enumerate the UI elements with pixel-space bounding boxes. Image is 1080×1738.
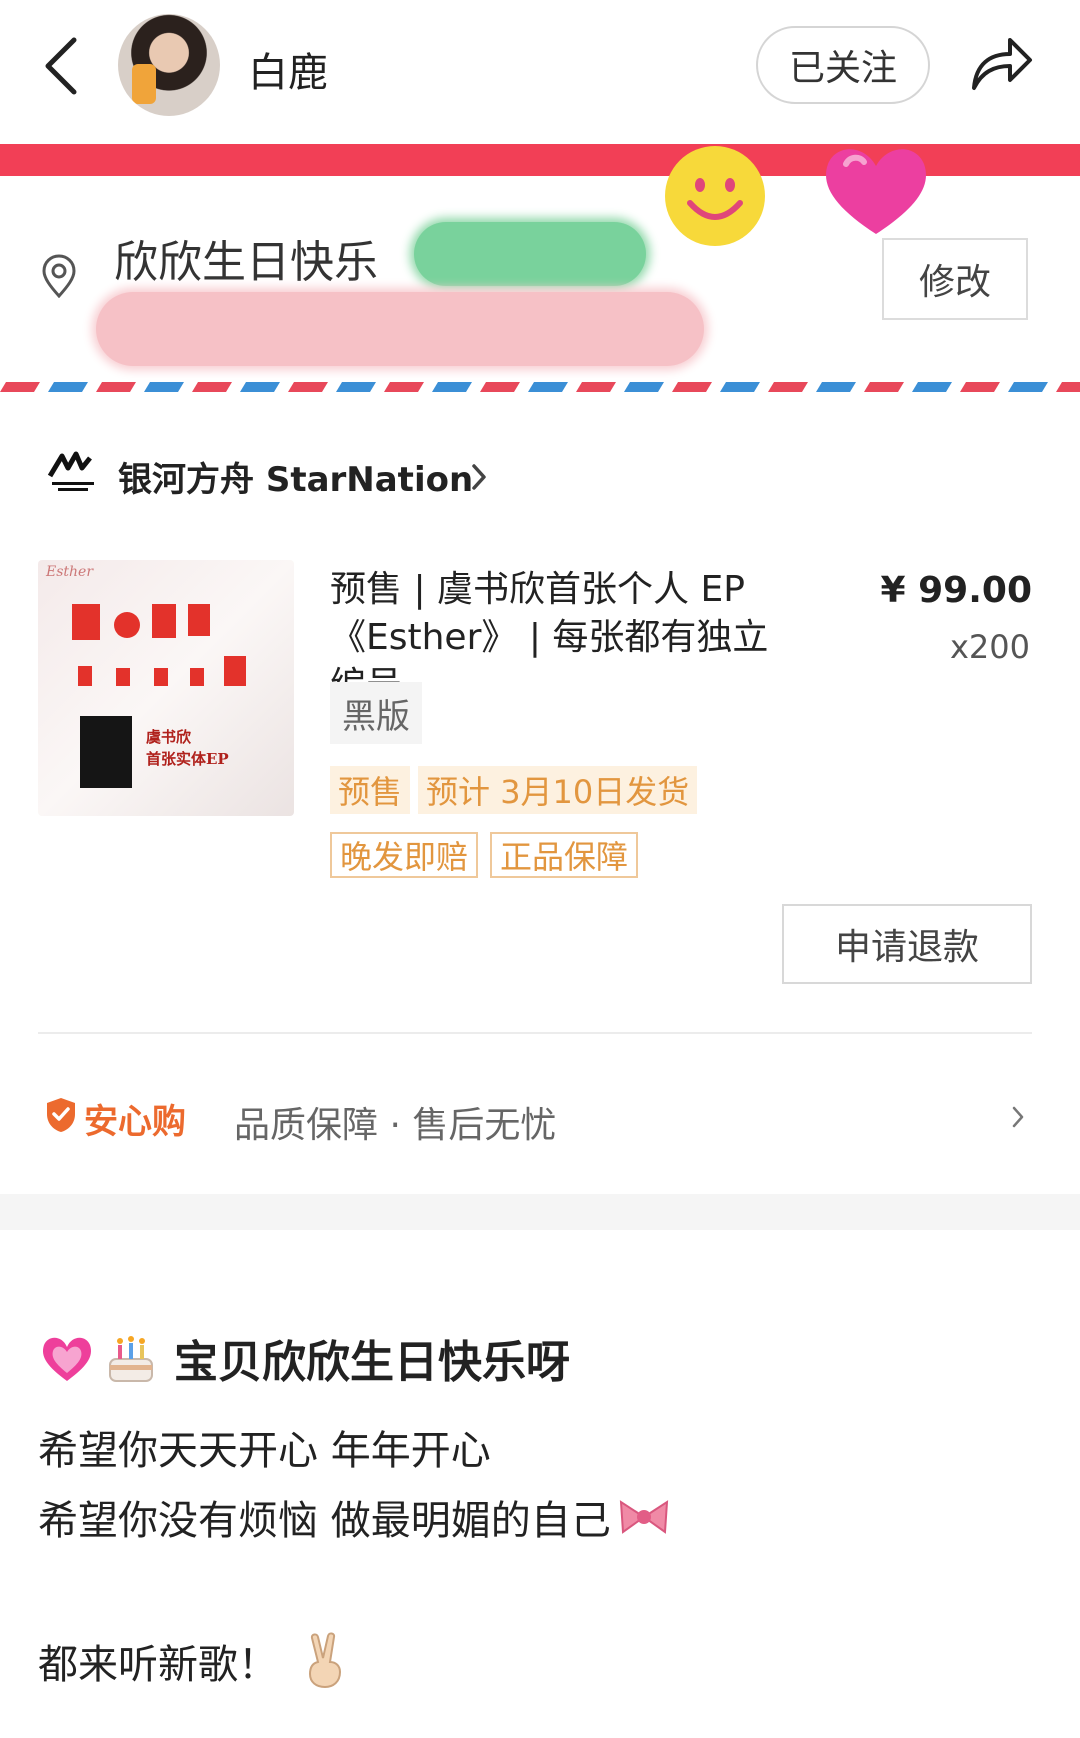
follow-button[interactable]: 已关注 (756, 26, 930, 104)
assurance-description: 品质保障 · 售后无忧 (234, 1105, 557, 1146)
note-line-text: 希望你没有烦恼 做最明媚的自己 (38, 1498, 611, 1544)
product-image[interactable]: Esther 虞书欣 首张实体EP (38, 560, 294, 816)
service-tags: 晚发即赔 正品保障 (330, 832, 639, 880)
product-quantity: x200 (949, 628, 1030, 666)
edit-address-button[interactable]: 修改 (882, 238, 1028, 320)
avatar[interactable] (118, 14, 220, 116)
divider (38, 1032, 1032, 1034)
recipient-name: 欣欣生日快乐 (114, 237, 378, 288)
airmail-border (0, 382, 1080, 392)
top-bar: 白鹿 已关注 (0, 0, 1080, 140)
heart-emoji-icon (42, 1337, 92, 1381)
cake-emoji-icon (109, 1336, 153, 1382)
redacted-phone-scribble (414, 222, 646, 286)
location-pin-icon (42, 254, 76, 298)
genuine-guarantee-tag: 正品保障 (490, 832, 639, 878)
note-line: 希望你天天开心 年年开心 (38, 1428, 491, 1474)
address-section[interactable]: 欣欣生日快乐 修改 (0, 176, 1080, 376)
presale-tag: 预售 (330, 766, 411, 814)
shop-logo-icon (47, 451, 94, 491)
victory-hand-emoji-icon (308, 1632, 342, 1689)
ship-date-tag: 预计 3月10日发货 (418, 766, 698, 814)
user-name[interactable]: 白鹿 (248, 40, 328, 98)
shop-row[interactable]: 银河方舟 StarNation (0, 430, 1080, 520)
note-line-text: 都来听新歌！ (38, 1642, 278, 1688)
cover-text: 虞书欣 首张实体EP (146, 728, 229, 768)
album-box (80, 716, 132, 788)
product-price: ¥ 99.00 (880, 570, 1032, 611)
shipping-tags: 预售 预计 3月10日发货 (330, 766, 698, 818)
note-line: 都来听新歌！ (38, 1632, 360, 1690)
note-title-row: 宝贝欣欣生日快乐呀 (38, 1326, 570, 1390)
refund-button[interactable]: 申请退款 (782, 904, 1032, 984)
product-variant: 黑版 (330, 682, 422, 744)
chevron-right-icon[interactable] (468, 462, 490, 492)
redacted-address-scribble (96, 292, 704, 366)
share-icon[interactable] (966, 28, 1036, 98)
cover-signature: Esther (46, 564, 94, 580)
section-gap (0, 1194, 1080, 1230)
bow-emoji-icon (619, 1500, 668, 1534)
note-line: 希望你没有烦恼 做最明媚的自己 (38, 1488, 679, 1546)
shop-name[interactable]: 银河方舟 StarNation (118, 452, 473, 501)
assurance-brand: 安心购 (84, 1102, 186, 1142)
assurance-row[interactable]: 安心购 品质保障 · 售后无忧 (0, 1078, 1080, 1154)
chevron-right-icon[interactable] (1010, 1104, 1026, 1130)
late-compensation-tag: 晚发即赔 (330, 832, 479, 878)
note-title: 宝贝欣欣生日快乐呀 (174, 1337, 570, 1388)
back-icon[interactable] (40, 34, 84, 98)
shield-icon (47, 1098, 75, 1132)
